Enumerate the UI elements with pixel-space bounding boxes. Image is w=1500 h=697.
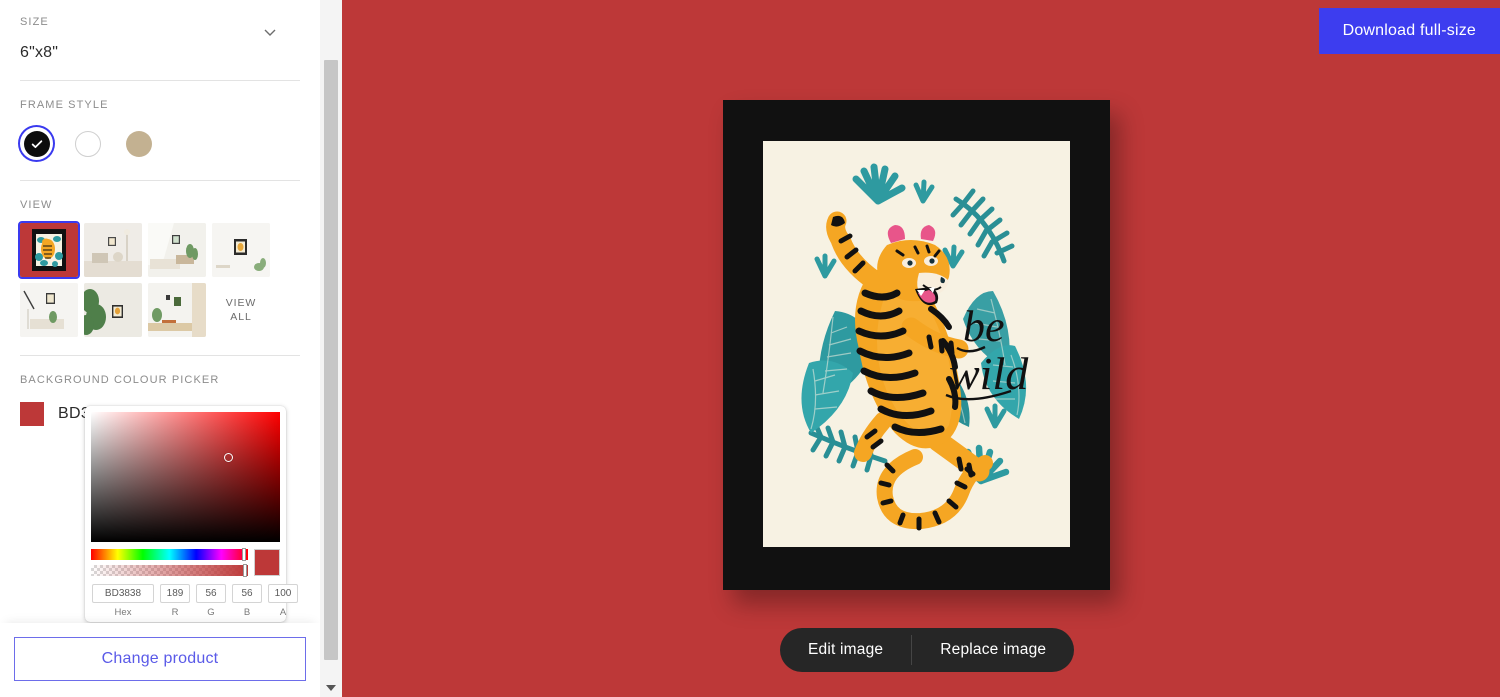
alpha-slider[interactable]	[91, 564, 248, 577]
sliders-group	[91, 548, 248, 577]
download-full-size-button[interactable]: Download full-size	[1318, 8, 1500, 54]
preview-canvas: Download full-size be wild Edit image Re…	[320, 0, 1500, 697]
colour-preview-swatch	[254, 549, 280, 576]
saturation-value-handle[interactable]	[224, 453, 233, 462]
hex-field-label: Hex	[114, 607, 132, 618]
swatch-white	[74, 130, 101, 157]
g-input[interactable]	[196, 584, 226, 603]
r-field-group: R	[160, 584, 190, 618]
artwork-mat: be wild	[763, 141, 1070, 547]
slider-row	[91, 548, 280, 577]
thumb-room-scene-5[interactable]	[84, 283, 142, 337]
view-all-button[interactable]: VIEW ALL	[212, 283, 270, 337]
chevron-down-icon[interactable]	[262, 24, 278, 40]
a-field-group: A	[268, 584, 298, 618]
saturation-value-area[interactable]	[91, 412, 280, 542]
b-field-group: B	[232, 584, 262, 618]
svg-text:be: be	[963, 302, 1005, 351]
hex-input[interactable]	[92, 584, 154, 603]
hue-slider-handle[interactable]	[242, 548, 246, 561]
hue-slider[interactable]	[91, 548, 248, 561]
replace-image-button[interactable]: Replace image	[912, 628, 1074, 672]
frame-style-option-black[interactable]	[20, 127, 53, 160]
hex-field-group: Hex	[92, 584, 154, 618]
thumb-room-scene-2[interactable]	[148, 223, 206, 277]
be-wild-tiger-poster: be wild	[763, 141, 1070, 547]
swatch-black	[23, 130, 50, 157]
background-colour-swatch[interactable]	[20, 402, 44, 426]
colour-value-fields: Hex R G B A	[91, 584, 298, 618]
panel-scrollbar[interactable]	[320, 0, 342, 697]
frame-style-section: FRAME STYLE	[0, 81, 320, 180]
size-section[interactable]: SIZE 6"x8"	[0, 0, 320, 80]
frame-style-option-white[interactable]	[71, 127, 104, 160]
app-root: SIZE 6"x8" FRAME STYLE VIEW VIEW ALL BAC…	[0, 0, 1500, 697]
r-input[interactable]	[160, 584, 190, 603]
thumb-room-scene-3[interactable]	[212, 223, 270, 277]
product-options-panel: SIZE 6"x8" FRAME STYLE VIEW VIEW ALL BAC…	[0, 0, 320, 697]
triangle-down-icon[interactable]	[325, 683, 337, 693]
thumb-room-scene-6[interactable]	[148, 283, 206, 337]
view-all-line1: VIEW	[225, 296, 257, 309]
thumb-room-scene-1[interactable]	[84, 223, 142, 277]
thumb-room-scene-4[interactable]	[20, 283, 78, 337]
framed-product-preview[interactable]: be wild	[723, 100, 1110, 590]
view-all-line2: ALL	[230, 311, 252, 323]
swatch-natural	[125, 130, 152, 157]
view-thumbnail-grid: VIEW ALL	[18, 221, 300, 337]
view-label: VIEW	[20, 199, 53, 211]
r-field-label: R	[171, 607, 179, 618]
scrollbar-thumb[interactable]	[324, 60, 338, 660]
colour-picker-popover: Hex R G B A	[85, 406, 298, 622]
panel-scroll-area: SIZE 6"x8" FRAME STYLE VIEW VIEW ALL BAC…	[0, 0, 320, 697]
g-field-label: G	[207, 607, 215, 618]
g-field-group: G	[196, 584, 226, 618]
image-action-buttons: Edit image Replace image	[780, 628, 1075, 672]
check-icon	[30, 137, 44, 151]
frame-style-label: FRAME STYLE	[20, 99, 109, 111]
frame-style-swatches	[20, 127, 300, 160]
alpha-slider-handle[interactable]	[243, 564, 247, 577]
size-value: 6"x8"	[20, 44, 59, 61]
change-product-footer: Change product	[0, 623, 320, 697]
frame-style-option-natural[interactable]	[122, 127, 155, 160]
background-colour-picker-label: BACKGROUND COLOUR PICKER	[20, 374, 220, 386]
svg-text:wild: wild	[949, 348, 1029, 399]
size-label: SIZE	[20, 16, 49, 28]
view-section: VIEW VIEW ALL	[0, 181, 320, 355]
b-input[interactable]	[232, 584, 262, 603]
b-field-label: B	[243, 607, 251, 618]
edit-image-button[interactable]: Edit image	[780, 628, 911, 672]
a-field-label: A	[279, 607, 287, 618]
a-input[interactable]	[268, 584, 298, 603]
change-product-button[interactable]: Change product	[14, 637, 306, 681]
thumb-product-on-background[interactable]	[18, 221, 80, 279]
